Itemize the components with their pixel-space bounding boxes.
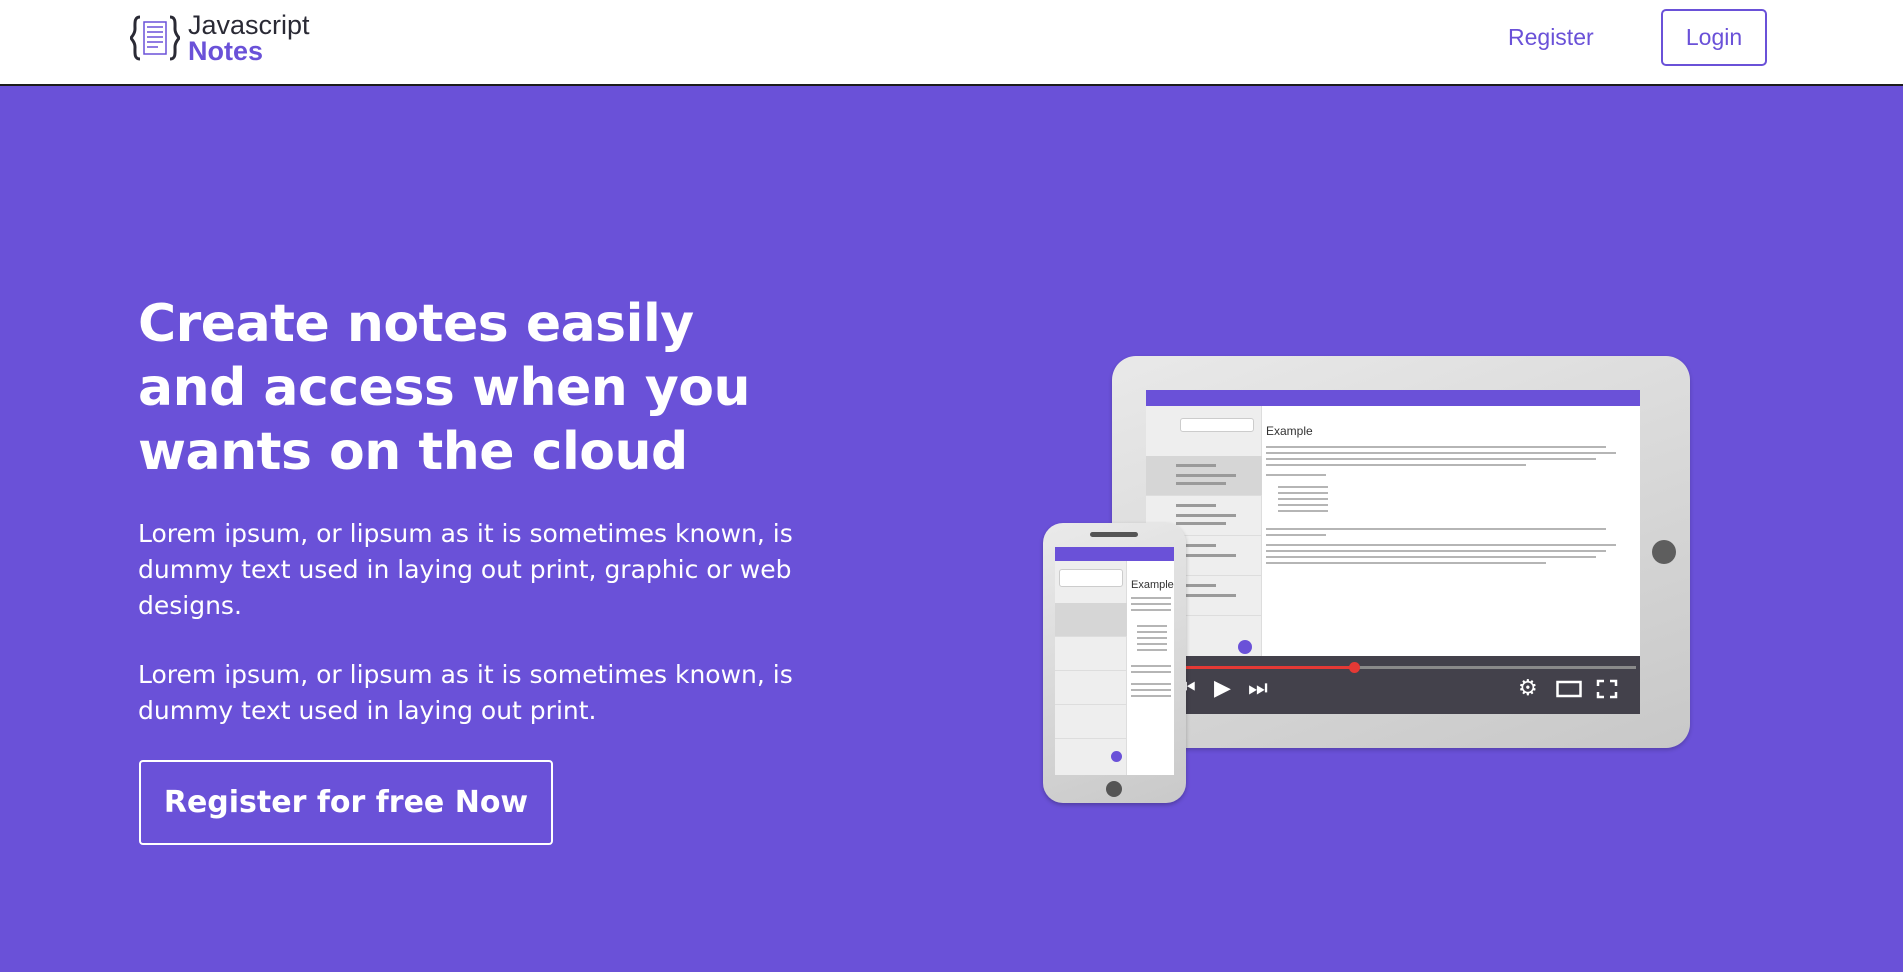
logo-line1: Javascript [188, 10, 310, 40]
logo-line2: Notes [188, 36, 264, 66]
phone-home-button [1106, 781, 1122, 797]
video-progress-thumb [1349, 662, 1360, 673]
phone-note-item [1055, 705, 1127, 739]
phone-note-item [1055, 603, 1127, 637]
video-progress-fill [1182, 666, 1356, 669]
phone-notes-sidebar [1055, 561, 1127, 775]
app-search-field [1180, 418, 1254, 432]
phone-screen: Example [1055, 547, 1174, 775]
phone-note-item [1055, 637, 1127, 671]
site-header: Javascript Notes Register Login [0, 0, 1903, 86]
hero-paragraph-1: Lorem ipsum, or lipsum as it is sometime… [138, 519, 793, 620]
phone-note-item [1055, 671, 1127, 705]
logo[interactable]: Javascript Notes [129, 10, 310, 66]
login-button[interactable]: Login [1661, 9, 1767, 66]
theater-icon [1556, 680, 1582, 703]
play-icon: ▶ [1214, 676, 1231, 701]
phone-speaker [1090, 532, 1138, 537]
next-icon: ⏭ [1248, 676, 1268, 701]
register-free-button[interactable]: Register for free Now [139, 760, 553, 845]
tablet-screen: Example ⏮ ▶ ⏭ ⚙ [1146, 390, 1640, 714]
tablet-illustration: Example ⏮ ▶ ⏭ ⚙ [1112, 356, 1690, 748]
tablet-camera [1652, 540, 1676, 564]
phone-illustration: Example [1043, 523, 1186, 803]
phone-add-note-fab [1111, 751, 1122, 762]
logo-text: Javascript Notes [188, 10, 310, 66]
note-title: Example [1266, 424, 1313, 438]
settings-icon: ⚙ [1518, 676, 1538, 701]
notes-braces-icon [129, 13, 181, 63]
app-header-bar [1146, 390, 1640, 406]
add-note-fab [1238, 640, 1252, 654]
note-list-item [1146, 456, 1262, 496]
phone-note-title: Example [1131, 579, 1174, 591]
hero-paragraph-2: Lorem ipsum, or lipsum as it is sometime… [138, 660, 793, 725]
phone-app-bar [1055, 547, 1174, 561]
register-link[interactable]: Register [1508, 24, 1594, 51]
hero-title: Create notes easily and access when you … [138, 294, 751, 482]
fullscreen-icon [1596, 679, 1618, 704]
video-controls: ⏮ ▶ ⏭ ⚙ [1146, 656, 1640, 714]
